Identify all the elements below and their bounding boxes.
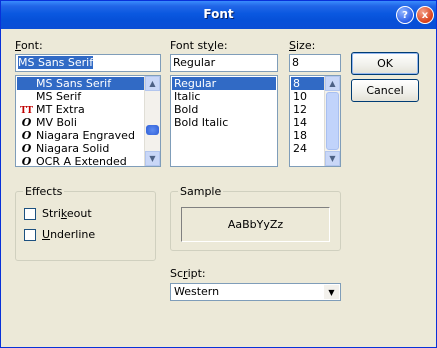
size-list-scrollbar[interactable]: ▲ ▼ <box>324 76 340 166</box>
sample-label: Sample <box>178 185 224 198</box>
list-item-label: 24 <box>293 142 307 155</box>
sample-preview: AaBbYyZz <box>181 207 330 242</box>
scroll-up-button[interactable]: ▲ <box>145 76 160 91</box>
list-item-label: Bold Italic <box>174 116 229 129</box>
opentype-font-icon: O <box>21 142 32 155</box>
underline-label[interactable]: Underline <box>42 228 95 241</box>
scroll-down-button[interactable]: ▼ <box>325 151 340 166</box>
list-item[interactable]: O Niagara Engraved <box>17 129 144 142</box>
list-item[interactable]: Bold <box>172 103 276 116</box>
font-dialog: Font ? x Font: MS Sans Serif MS Sans Ser… <box>0 0 437 348</box>
script-dropdown[interactable]: Western ▼ <box>170 283 341 301</box>
list-item[interactable]: 8 <box>291 77 324 90</box>
list-item-label: Bold <box>174 103 199 116</box>
list-item[interactable]: O MV Boli <box>17 116 144 129</box>
list-item-label: Regular <box>174 77 217 90</box>
scroll-thumb[interactable] <box>326 92 339 150</box>
font-style-label: Font style: <box>170 39 228 52</box>
scroll-down-button[interactable]: ▼ <box>145 151 160 166</box>
window-title: Font <box>203 7 234 21</box>
font-label: Font: <box>15 39 43 52</box>
list-item[interactable]: 18 <box>291 129 324 142</box>
list-item[interactable]: 12 <box>291 103 324 116</box>
list-item-label: Italic <box>174 90 201 103</box>
list-item[interactable]: Italic <box>172 90 276 103</box>
list-item-label: 10 <box>293 90 307 103</box>
effects-label: Effects <box>23 185 65 198</box>
close-icon: x <box>421 9 429 21</box>
list-item[interactable]: MS Serif <box>17 90 144 103</box>
list-item-label: MS Serif <box>36 90 82 103</box>
opentype-font-icon: O <box>21 129 32 142</box>
font-name-field[interactable]: MS Sans Serif <box>15 54 161 72</box>
ok-button[interactable]: OK <box>351 52 419 75</box>
list-item-label: OCR A Extended <box>36 155 127 167</box>
list-item[interactable]: 14 <box>291 116 324 129</box>
script-label: Script: <box>170 267 206 280</box>
list-item[interactable]: 24 <box>291 142 324 155</box>
size-label: Size: <box>289 39 316 52</box>
list-item-label: 18 <box>293 129 307 142</box>
opentype-font-icon: O <box>21 116 32 129</box>
list-item[interactable]: 10 <box>291 90 324 103</box>
list-item[interactable]: Bold Italic <box>172 116 276 129</box>
size-list[interactable]: 8 10 12 14 18 24 ▲ ▼ <box>289 75 341 167</box>
list-item-label: MV Boli <box>36 116 77 129</box>
font-list[interactable]: MS Sans Serif MS Serif TT MT Extra O MV Boli O… <box>15 75 161 167</box>
size-field[interactable]: 8 <box>289 54 341 72</box>
list-item-label: MS Sans Serif <box>36 77 112 90</box>
strikeout-label[interactable]: Strikeout <box>42 207 92 220</box>
scroll-up-icon: ▲ <box>149 79 156 88</box>
list-item-label: 14 <box>293 116 307 129</box>
scroll-up-icon: ▲ <box>329 79 336 88</box>
strikeout-checkbox[interactable] <box>24 208 36 220</box>
effects-group: Effects <box>15 185 156 261</box>
list-item[interactable]: O OCR A Extended <box>17 155 144 167</box>
chevron-down-icon[interactable]: ▼ <box>324 285 339 299</box>
scroll-down-icon: ▼ <box>149 154 156 163</box>
cancel-button[interactable]: Cancel <box>351 79 419 102</box>
list-item-label: Niagara Engraved <box>36 129 135 142</box>
list-item[interactable]: O Niagara Solid <box>17 142 144 155</box>
font-style-field[interactable]: Regular <box>170 54 278 72</box>
list-item-label: MT Extra <box>36 103 85 116</box>
help-icon: ? <box>402 9 408 21</box>
scroll-thumb[interactable] <box>146 125 159 135</box>
opentype-font-icon: O <box>21 155 32 167</box>
title-bar[interactable]: Font ? x <box>1 1 436 29</box>
underline-checkbox[interactable] <box>24 229 36 241</box>
close-button[interactable]: x <box>416 6 434 24</box>
help-button[interactable]: ? <box>396 6 414 24</box>
list-item-label: 12 <box>293 103 307 116</box>
scroll-up-button[interactable]: ▲ <box>325 76 340 91</box>
scroll-down-icon: ▼ <box>329 154 336 163</box>
list-item-label: 8 <box>293 77 300 90</box>
list-item[interactable]: Regular <box>172 77 276 90</box>
font-style-list[interactable]: Regular Italic Bold Bold Italic <box>170 75 278 167</box>
list-item[interactable]: TT MT Extra <box>17 103 144 116</box>
list-item[interactable]: MS Sans Serif <box>17 77 144 90</box>
list-item-label: Niagara Solid <box>36 142 110 155</box>
font-list-scrollbar[interactable]: ▲ ▼ <box>144 76 160 166</box>
